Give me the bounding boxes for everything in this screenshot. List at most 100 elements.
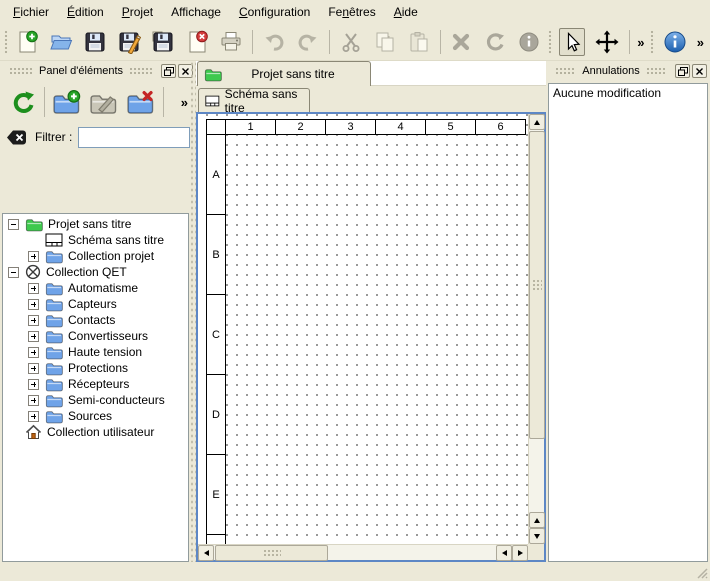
dock-texture [129,67,153,76]
green-folder-icon [204,67,222,82]
expand-expander-icon[interactable] [28,315,39,326]
project-tab-bar: Projet sans titre [196,61,546,86]
collapse-expander-icon[interactable] [8,219,19,230]
scroll-left-button-2[interactable] [496,545,512,561]
float-icon [164,67,174,76]
toolbar-overflow-chevron[interactable]: » [693,35,708,50]
expand-expander-icon[interactable] [28,395,39,406]
menu-configuration[interactable]: Configuration [230,2,319,22]
scroll-up-button[interactable] [529,114,545,130]
toolbar-drag-handle[interactable] [4,30,8,54]
blue-folder-icon [45,361,63,376]
select-tool-button[interactable] [559,28,585,56]
tree-item-semi-conducteurs[interactable]: Semi-conducteurs [3,392,188,408]
tree-item-protections[interactable]: Protections [3,360,188,376]
cut-button[interactable] [338,28,364,56]
expand-expander-icon[interactable] [28,347,39,358]
scroll-left-button[interactable] [198,545,214,561]
about-qet-button[interactable] [661,28,689,56]
close-panel-button[interactable] [692,64,707,78]
toolbar-drag-handle[interactable] [548,30,552,54]
expand-expander-icon[interactable] [28,379,39,390]
row-header: C [206,295,226,375]
new-document-button[interactable] [14,28,40,56]
menu-fichier[interactable]: Fichier [4,2,58,22]
tree-item-label: Protections [68,360,128,376]
tree-item-collection-utilisateur[interactable]: Collection utilisateur [3,424,188,440]
float-panel-button[interactable] [161,64,176,78]
copy-button[interactable] [372,28,398,56]
move-tool-button[interactable] [593,28,621,56]
tab-schema-sans-titre[interactable]: Schéma sans titre [198,88,310,112]
reload-collections-button[interactable] [7,86,38,118]
expand-expander-icon[interactable] [28,331,39,342]
expand-expander-icon[interactable] [28,251,39,262]
menubar: Fichier Édition Projet Affichage Configu… [0,0,710,24]
filter-input[interactable] [78,127,190,148]
new-category-button[interactable] [51,86,82,118]
expand-expander-icon[interactable] [28,299,39,310]
close-document-button[interactable] [184,28,210,56]
diagram-canvas[interactable]: 1 2 3 4 5 6 A B C D E [198,114,528,544]
tree-item-collection-projet[interactable]: Collection projet [3,248,188,264]
vertical-scrollbar[interactable] [528,114,544,544]
project-area: Projet sans titre Schéma sans titre 1 2 … [196,61,546,562]
toolbar-drag-handle[interactable] [650,30,654,54]
dock-texture [9,67,33,76]
menu-aide[interactable]: Aide [385,2,427,22]
diagram-view[interactable]: 1 2 3 4 5 6 A B C D E [196,112,546,562]
save-as-button[interactable] [116,28,142,56]
expand-expander-icon[interactable] [28,283,39,294]
tree-item-schema-sans-titre[interactable]: Schéma sans titre [3,232,188,248]
paste-button[interactable] [406,28,432,56]
horizontal-scroll-thumb[interactable] [215,545,328,561]
tree-item-projet-sans-titre[interactable]: Projet sans titre [3,216,188,232]
info-blue-icon [662,29,688,55]
tree-item-collection-qet[interactable]: Collection QET [3,264,188,280]
info-gray-icon [517,30,541,54]
undo-panel-titlebar[interactable]: Annulations [546,61,710,81]
save-as-icon [117,30,141,54]
delete-button[interactable] [448,28,474,56]
expand-expander-icon[interactable] [28,363,39,374]
undo-list-item[interactable]: Aucune modification [553,86,703,100]
tree-item-contacts[interactable]: Contacts [3,312,188,328]
scroll-down-button[interactable] [529,528,545,544]
delete-category-button[interactable] [126,86,157,118]
save-button[interactable] [82,28,108,56]
menu-edition[interactable]: Édition [58,2,113,22]
vertical-scroll-thumb[interactable] [529,131,545,439]
toolbar-separator [163,87,164,117]
tree-item-haute-tension[interactable]: Haute tension [3,344,188,360]
toolbar-overflow-chevron[interactable]: » [633,35,648,50]
horizontal-scrollbar[interactable] [198,544,528,560]
tree-item-convertisseurs[interactable]: Convertisseurs [3,328,188,344]
scroll-up-button-2[interactable] [529,512,545,528]
print-button[interactable] [218,28,244,56]
tree-item-recepteurs[interactable]: Récepteurs [3,376,188,392]
undo-button[interactable] [261,28,287,56]
undo-history-list[interactable]: Aucune modification [548,83,708,562]
tab-projet-sans-titre[interactable]: Projet sans titre [197,61,371,86]
scissors-icon [339,30,363,54]
scroll-right-button[interactable] [512,545,528,561]
tree-item-automatisme[interactable]: Automatisme [3,280,188,296]
expand-expander-icon[interactable] [28,411,39,422]
collapse-expander-icon[interactable] [8,267,19,278]
elements-panel-titlebar[interactable]: Panel d'éléments [0,61,196,81]
tree-item-label: Contacts [68,312,115,328]
element-info-button[interactable] [516,28,542,56]
tree-item-capteurs[interactable]: Capteurs [3,296,188,312]
clear-filter-icon[interactable] [6,129,27,146]
redo-button[interactable] [295,28,321,56]
menu-affichage[interactable]: Affichage [162,2,230,22]
tree-item-sources[interactable]: Sources [3,408,188,424]
resize-grip-icon[interactable] [695,566,708,579]
float-panel-button[interactable] [675,64,690,78]
open-document-button[interactable] [48,28,74,56]
rotate-button[interactable] [482,28,508,56]
menu-projet[interactable]: Projet [113,2,162,22]
edit-category-button[interactable] [88,86,119,118]
menu-fenetres[interactable]: Fenêtres [319,2,384,22]
save-all-button[interactable] [150,28,176,56]
